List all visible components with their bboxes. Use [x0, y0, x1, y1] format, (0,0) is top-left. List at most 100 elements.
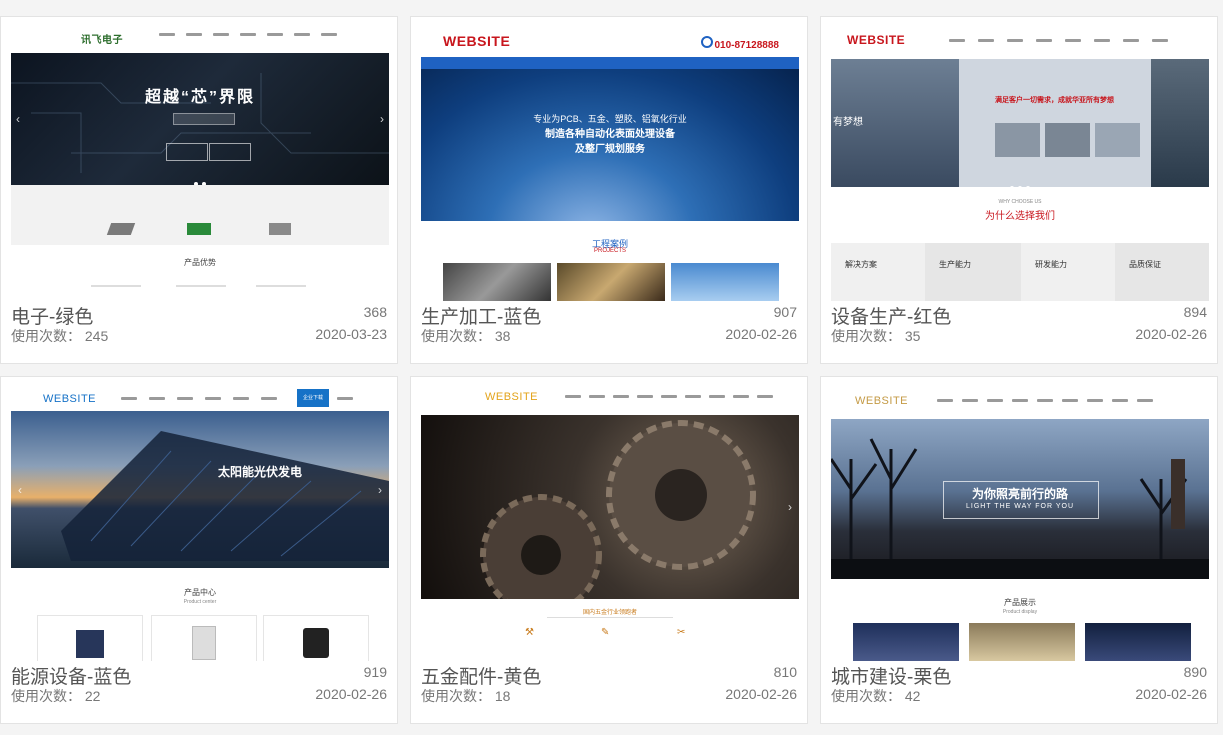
preview-nav: [949, 39, 1168, 42]
gears-image: [480, 420, 756, 599]
template-name[interactable]: 电子-绿色: [11, 302, 93, 329]
preview-header: WEBSITE: [421, 387, 799, 413]
preview-hero: 超越“芯”界限 ‹ ›: [11, 53, 389, 185]
hero-image: [1045, 123, 1090, 157]
template-card[interactable]: WEBSITE › 国内五金行业领跑者 ⚒ ✎ ✂ 五金配件-黄色 810 使用…: [410, 376, 808, 724]
usage-value: 35: [904, 328, 921, 344]
hero-right-image: [1151, 59, 1209, 187]
case-image: [557, 263, 665, 301]
preview-logo: WEBSITE: [855, 395, 909, 407]
section-subtitle: PROJECTS: [593, 248, 626, 254]
product-card[interactable]: [263, 615, 369, 661]
carousel-dots[interactable]: [11, 173, 389, 185]
tool-icon: ✂: [677, 627, 686, 638]
usage-count: 使用次数： 22: [11, 686, 100, 706]
usage-label: 使用次数：: [421, 328, 491, 344]
template-date: 2020-02-26: [725, 326, 797, 342]
case-image: [443, 263, 551, 301]
product-image[interactable]: [969, 623, 1075, 661]
preview-header: WEBSITE: [831, 27, 1209, 57]
section-title: 国内五金行业领跑者: [582, 610, 637, 616]
template-card[interactable]: WEBSITE 010-87128888 专业为PCB、五金、塑胶、铝氧化行业 …: [410, 16, 808, 364]
hero-subtitle: LIGHT THE WAY FOR YOU: [966, 503, 1074, 510]
phone-icon: [701, 36, 713, 48]
template-name[interactable]: 设备生产-红色: [831, 302, 951, 329]
template-name[interactable]: 城市建设-栗色: [831, 662, 951, 689]
preview-header: WEBSITE 企业下载: [11, 387, 389, 413]
preview-header: 讯飞电子: [11, 27, 389, 49]
hero-title: 超越“芯”界限: [144, 89, 255, 106]
template-date: 2020-02-26: [1135, 686, 1207, 702]
preview-logo: WEBSITE: [43, 393, 97, 405]
preview-logo: WEBSITE: [485, 391, 539, 403]
prev-arrow-icon[interactable]: ‹: [13, 483, 27, 497]
preview-nav-bar: [421, 57, 799, 69]
template-name[interactable]: 能源设备-蓝色: [11, 662, 131, 689]
preview-nav: [565, 395, 773, 398]
usage-label: 使用次数：: [11, 688, 81, 704]
template-date: 2020-02-26: [1135, 326, 1207, 342]
preview-hero: 为你照亮前行的路 LIGHT THE WAY FOR YOU: [831, 419, 1209, 579]
feature-box: 解决方案: [831, 243, 925, 301]
next-arrow-icon[interactable]: ›: [783, 500, 797, 514]
preview-nav: [121, 397, 277, 400]
hero-line-3: 及整厂规划服务: [575, 144, 645, 155]
text-line: [547, 617, 673, 618]
carousel-dots[interactable]: [421, 212, 799, 221]
preview-hero: 太阳能光伏发电 ‹ ›: [11, 411, 389, 568]
hero-box: [166, 143, 208, 161]
usage-label: 使用次数：: [11, 328, 81, 344]
text-line: [176, 285, 226, 287]
hero-tagline-box: [173, 113, 235, 125]
hero-image: [995, 123, 1040, 157]
template-card[interactable]: WEBSITE 有梦想 满足客户一切需求，成就华亚所有梦想 WHY CHOOSE…: [820, 16, 1218, 364]
preview-logo: WEBSITE: [443, 33, 511, 49]
preview-logo: 讯飞电子: [81, 35, 123, 46]
product-card[interactable]: [37, 615, 143, 661]
template-number: 919: [363, 664, 387, 680]
text-line: [256, 285, 306, 287]
template-thumbnail[interactable]: WEBSITE 010-87128888 专业为PCB、五金、塑胶、铝氧化行业 …: [421, 27, 799, 301]
template-grid: 讯飞电子 超越“芯”界限 ‹ › 产品优势 电子-绿色 368 使用次数： 24…: [0, 0, 1223, 735]
hero-title: 太阳能光伏发电: [217, 465, 302, 479]
usage-count: 使用次数： 18: [421, 686, 510, 706]
preview-header: WEBSITE: [831, 387, 1209, 417]
feature-box: 生产能力: [925, 243, 1021, 301]
carousel-dots[interactable]: [831, 177, 1209, 187]
nav-active-item[interactable]: 企业下载: [297, 389, 329, 407]
feature-label: 研发能力: [1035, 260, 1067, 269]
product-image: [269, 223, 291, 235]
wrench-icon: ✎: [601, 627, 610, 638]
next-arrow-icon[interactable]: ›: [373, 483, 387, 497]
template-thumbnail[interactable]: 讯飞电子 超越“芯”界限 ‹ › 产品优势: [11, 27, 389, 301]
feature-label: 品质保证: [1129, 260, 1161, 269]
prev-arrow-icon[interactable]: ‹: [11, 112, 25, 126]
template-thumbnail[interactable]: WEBSITE 企业下载 太阳能光伏发电 ‹ › 产品中心 Product ce…: [11, 387, 389, 661]
next-arrow-icon[interactable]: ›: [375, 112, 389, 126]
product-image[interactable]: [1085, 623, 1191, 661]
template-date: 2020-02-26: [315, 686, 387, 702]
hammer-icon: ⚒: [525, 627, 534, 638]
template-thumbnail[interactable]: WEBSITE 有梦想 满足客户一切需求，成就华亚所有梦想 WHY CHOOSE…: [831, 27, 1209, 301]
template-name[interactable]: 生产加工-蓝色: [421, 302, 541, 329]
usage-count: 使用次数： 35: [831, 326, 920, 346]
product-image: [106, 223, 136, 235]
usage-value: 42: [904, 688, 921, 704]
template-card[interactable]: 讯飞电子 超越“芯”界限 ‹ › 产品优势 电子-绿色 368 使用次数： 24…: [0, 16, 398, 364]
template-thumbnail[interactable]: WEBSITE 为你照亮前行的路 LIGHT THE WAY FOR YOU 产…: [831, 387, 1209, 661]
section-title: 产品中心: [184, 588, 216, 597]
product-card[interactable]: [151, 615, 257, 661]
template-card[interactable]: WEBSITE 企业下载 太阳能光伏发电 ‹ › 产品中心 Product ce…: [0, 376, 398, 724]
hero-line-2: 制造各种自动化表面处理设备: [545, 129, 675, 140]
template-thumbnail[interactable]: WEBSITE › 国内五金行业领跑者 ⚒ ✎ ✂: [421, 387, 799, 661]
usage-value: 245: [84, 328, 109, 344]
section-subtitle: Product center: [183, 599, 217, 605]
hero-image: [1095, 123, 1140, 157]
usage-count: 使用次数： 245: [11, 326, 108, 346]
preview-features: [11, 185, 389, 245]
template-card[interactable]: WEBSITE 为你照亮前行的路 LIGHT THE WAY FOR YOU 产…: [820, 376, 1218, 724]
feature-label: 解决方案: [845, 260, 877, 269]
template-name[interactable]: 五金配件-黄色: [421, 662, 541, 689]
product-image[interactable]: [853, 623, 959, 661]
section-title: 产品展示: [1004, 598, 1036, 607]
